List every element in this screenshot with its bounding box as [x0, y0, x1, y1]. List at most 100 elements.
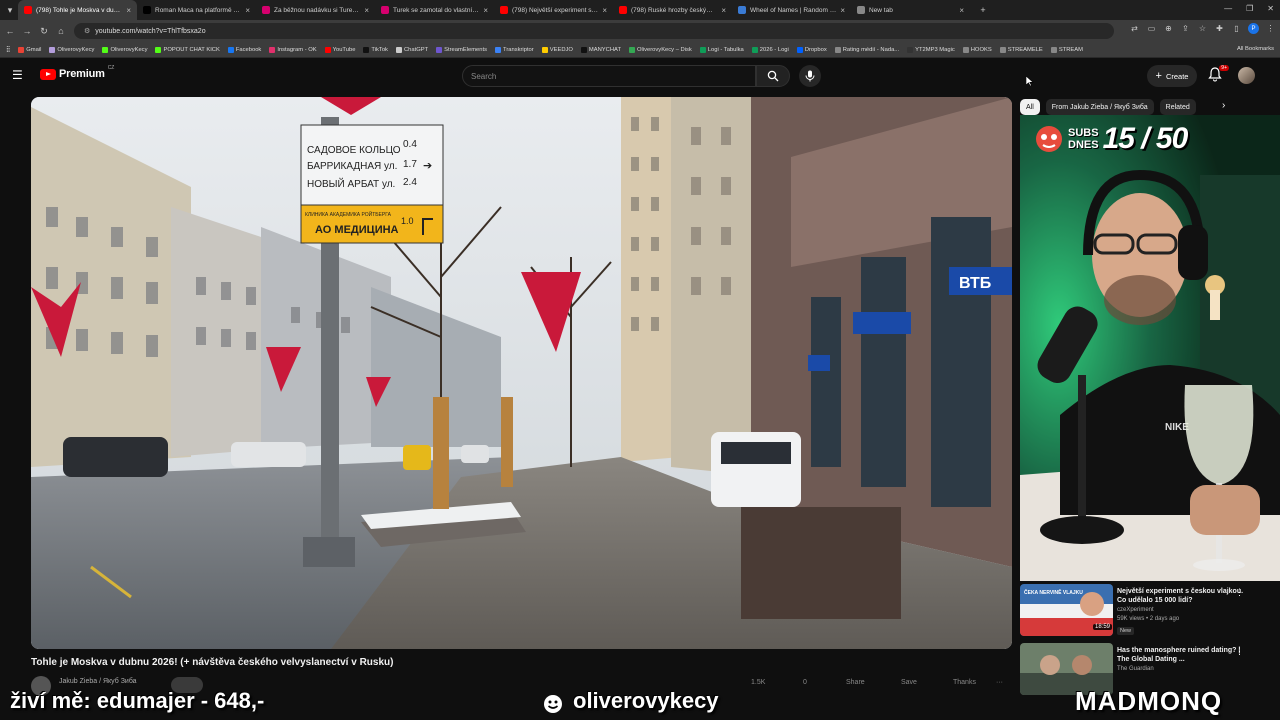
bookmark-label: TikTok	[371, 46, 388, 53]
voice-search-button[interactable]	[799, 65, 821, 87]
cast-icon[interactable]: ▭	[1146, 23, 1157, 34]
recommendation-title[interactable]: Největší experiment s českou vlajkou. Co…	[1117, 587, 1247, 605]
search-button[interactable]	[756, 65, 790, 87]
bookmark-item[interactable]: Instagram - OK	[269, 46, 317, 53]
minimize-icon[interactable]: —	[1224, 4, 1232, 13]
bookmark-favicon-icon	[269, 46, 276, 53]
browser-tab[interactable]: Roman Maca na platformě X: „... ×	[137, 0, 256, 20]
bookmark-favicon-icon	[751, 46, 758, 53]
chip-from-channel[interactable]: From Jakub Zieba / Якуб Зиба	[1045, 99, 1154, 115]
bookmark-item[interactable]: OliverovyKecy – Disk	[629, 46, 692, 53]
sign-line-3-name: НОВЫЙ АРБАТ ул.	[307, 177, 395, 190]
bookmark-label: Dropbox	[804, 46, 827, 53]
sidebar-icon[interactable]: ▯	[1231, 23, 1242, 34]
bookmark-item[interactable]: MANYCHAT	[580, 46, 621, 53]
bookmark-label: OliverovyKecy	[57, 46, 95, 53]
search-input[interactable]: Search	[462, 65, 756, 87]
create-label: Create	[1165, 71, 1189, 81]
share-icon[interactable]: ⇪	[1180, 23, 1191, 34]
new-tab-button[interactable]: +	[976, 3, 990, 17]
youtube-logo[interactable]: Premium CZ	[40, 65, 115, 80]
forward-icon[interactable]: →	[20, 24, 34, 38]
url-bar[interactable]: ⚙ youtube.com/watch?v=ThlTfbsxa2o	[74, 23, 1114, 39]
apps-icon[interactable]: ⣿	[6, 47, 10, 53]
tab-close-icon[interactable]: ×	[364, 6, 369, 15]
site-info-icon[interactable]: ⚙	[84, 27, 90, 35]
browser-tab[interactable]: Wheel of Names | Random nam... ×	[732, 0, 851, 20]
more-options-icon[interactable]: ⋮	[1235, 587, 1244, 598]
recommendation-channel[interactable]: The Guardian	[1117, 666, 1154, 672]
tab-search-icon[interactable]: ▾	[2, 3, 18, 17]
restore-icon[interactable]: ❐	[1246, 4, 1253, 13]
bookmark-favicon-icon	[834, 46, 841, 53]
bookmark-favicon-icon	[18, 46, 25, 53]
mascot-icon	[1036, 126, 1062, 152]
video-frame: ВТБ САДОВОЕ КОЛЬЦО 0.4 БАРРИКАДНАЯ ул. 1…	[31, 97, 1012, 649]
tab-favicon-icon	[262, 6, 270, 14]
bookmark-item[interactable]: Gmail	[18, 46, 41, 53]
more-options-icon[interactable]: ⋮	[1235, 646, 1244, 657]
bookmark-item[interactable]: Transkriptor	[495, 46, 534, 53]
bookmark-label: 2026 - Logi	[759, 46, 789, 53]
bookmark-item[interactable]: Logi - Tabulka	[699, 46, 744, 53]
extensions-icon[interactable]: ✚	[1214, 23, 1225, 34]
bookmark-item[interactable]: POPOUT CHAT KICK	[155, 46, 220, 53]
create-button[interactable]: + Create	[1147, 65, 1197, 87]
bookmark-item[interactable]: Rating médií - Nada...	[834, 46, 899, 53]
zoom-icon[interactable]: ⊕	[1163, 23, 1174, 34]
back-icon[interactable]: ←	[3, 24, 17, 38]
tab-close-icon[interactable]: ×	[959, 6, 964, 15]
bookmark-label: Transkriptor	[503, 46, 534, 53]
bookmark-item[interactable]: 2026 - Logi	[751, 46, 789, 53]
logo-country: CZ	[107, 65, 115, 71]
chevron-right-icon[interactable]: ›	[1222, 100, 1225, 111]
bookmark-favicon-icon	[395, 46, 402, 53]
recommendation-item[interactable]: ČEKA NERVINĚ VLAJKU 18:59 Největší exper…	[1020, 584, 1280, 640]
tab-close-icon[interactable]: ×	[483, 6, 488, 15]
bookmark-item[interactable]: StreamElements	[436, 46, 487, 53]
translate-icon[interactable]: ⇄	[1129, 23, 1140, 34]
profile-avatar[interactable]: P	[1248, 23, 1259, 34]
bookmark-item[interactable]: STREAMELE	[999, 46, 1043, 53]
chip-related[interactable]: Related	[1159, 99, 1196, 115]
hamburger-menu-icon[interactable]: ☰	[12, 68, 26, 82]
browser-tab[interactable]: (798) Tohle je Moskva v dubnu ×	[18, 0, 137, 20]
bookmark-item[interactable]: VEEDJO	[541, 46, 573, 53]
tab-close-icon[interactable]: ×	[721, 6, 726, 15]
bookmark-star-icon[interactable]: ☆	[1197, 23, 1208, 34]
bookmark-item[interactable]: YouTube	[324, 46, 355, 53]
tab-close-icon[interactable]: ×	[126, 6, 131, 15]
video-player[interactable]: ВТБ САДОВОЕ КОЛЬЦО 0.4 БАРРИКАДНАЯ ул. 1…	[31, 97, 1012, 649]
recommendation-channel[interactable]: czeXperiment	[1117, 607, 1154, 613]
bookmark-item[interactable]: STREAM	[1050, 46, 1083, 53]
tab-close-icon[interactable]: ×	[840, 6, 845, 15]
recommendation-title[interactable]: Has the manosphere ruined dating? | The …	[1117, 646, 1247, 664]
bookmark-item[interactable]: ChatGPT	[395, 46, 428, 53]
bookmark-label: HOOKS	[970, 46, 992, 53]
bookmark-item[interactable]: YT2MP3 Magic	[907, 46, 955, 53]
bookmark-item[interactable]: OliverovyKecy	[49, 46, 95, 53]
tab-close-icon[interactable]: ×	[245, 6, 250, 15]
bookmark-item[interactable]: TikTok	[363, 46, 388, 53]
chip-all[interactable]: All	[1020, 99, 1040, 115]
all-bookmarks[interactable]: All Bookmarks	[1237, 46, 1274, 52]
subs-label-bottom: DNES	[1068, 139, 1099, 151]
bookmark-item[interactable]: Facebook	[227, 46, 261, 53]
bookmark-item[interactable]: OliverovyKecy	[102, 46, 147, 53]
browser-tab[interactable]: New tab ×	[851, 0, 970, 20]
browser-tab[interactable]: (798) Největší experiment s čes... ×	[494, 0, 613, 20]
reload-icon[interactable]: ↻	[37, 24, 51, 38]
bookmark-item[interactable]: Dropbox	[796, 46, 827, 53]
notifications-button[interactable]: 9+	[1208, 65, 1229, 83]
bookmark-label: POPOUT CHAT KICK	[163, 46, 220, 53]
browser-menu-icon[interactable]: ⋮	[1265, 23, 1276, 34]
tab-close-icon[interactable]: ×	[602, 6, 607, 15]
bookmark-item[interactable]: HOOKS	[962, 46, 992, 53]
browser-tab[interactable]: Turek se zamotal do vlastních l... ×	[375, 0, 494, 20]
browser-tab[interactable]: Za běžnou nadávku si Turek vy... ×	[256, 0, 375, 20]
home-icon[interactable]: ⌂	[54, 24, 68, 38]
account-avatar[interactable]	[1238, 67, 1255, 84]
browser-tab[interactable]: (798) Ruské hrozby českým zbr... ×	[613, 0, 732, 20]
bookmarks-bar: ⣿ Gmail OliverovyKecy OliverovyKecy POPOUT …	[0, 42, 1280, 58]
close-window-icon[interactable]: ✕	[1267, 4, 1274, 13]
